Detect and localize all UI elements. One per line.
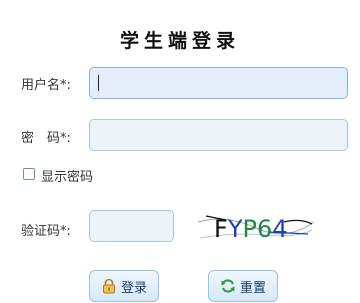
captcha-image[interactable]: FYP64 xyxy=(196,208,316,244)
show-password-checkbox[interactable] xyxy=(23,168,35,180)
captcha-char: Y xyxy=(227,215,243,243)
captcha-text: FYP64 xyxy=(214,215,288,243)
reset-button[interactable]: 重置 xyxy=(208,270,278,302)
password-input[interactable] xyxy=(89,119,348,151)
username-input[interactable] xyxy=(89,67,348,99)
captcha-char: 4 xyxy=(272,215,287,243)
show-password-label: 显示密码 xyxy=(41,170,94,185)
lock-icon xyxy=(102,278,115,294)
reset-button-label: 重置 xyxy=(239,280,266,296)
captcha-label: 验证码*: xyxy=(21,224,71,239)
page-title: 学生端登录 xyxy=(119,30,240,52)
text-caret xyxy=(98,75,99,91)
username-label: 用户名*: xyxy=(21,78,71,93)
login-button-label: 登录 xyxy=(120,280,147,296)
captcha-char: P xyxy=(242,215,256,243)
refresh-icon xyxy=(221,279,235,293)
login-button[interactable]: 登录 xyxy=(89,270,159,302)
captcha-char: 6 xyxy=(257,215,272,243)
captcha-char: F xyxy=(214,215,228,243)
captcha-noise-line xyxy=(283,219,313,225)
password-label: 密 码*: xyxy=(21,131,71,146)
captcha-input[interactable] xyxy=(89,210,174,242)
